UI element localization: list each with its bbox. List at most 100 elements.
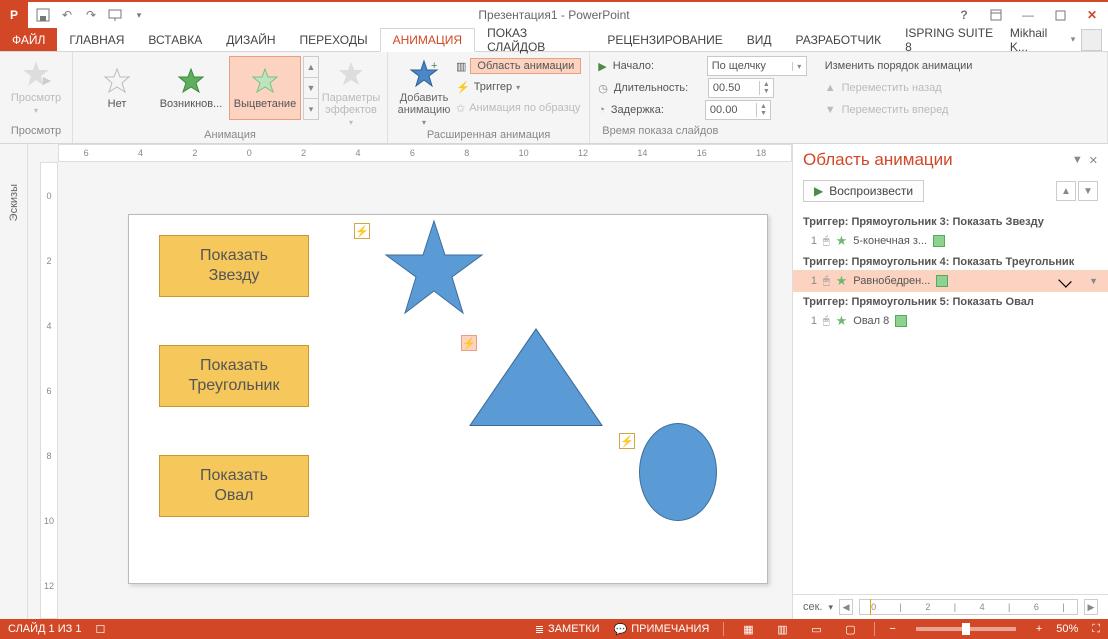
- shape-star[interactable]: [384, 218, 484, 318]
- avatar[interactable]: [1081, 29, 1102, 51]
- anim-none-label: Нет: [108, 98, 127, 110]
- zoom-value[interactable]: 50%: [1056, 623, 1078, 635]
- redo-icon[interactable]: ↷: [80, 4, 102, 26]
- maximize-icon[interactable]: [1044, 2, 1076, 28]
- pane-dropdown-icon[interactable]: ▼: [1072, 154, 1083, 167]
- anim-item-triangle[interactable]: 1 🖱 ★ Равнобедрен... ▼: [793, 270, 1108, 292]
- anim-none[interactable]: Нет: [81, 56, 153, 120]
- gallery-up-icon[interactable]: ▲: [304, 57, 318, 78]
- tab-slideshow[interactable]: ПОКАЗ СЛАЙДОВ: [475, 28, 595, 51]
- tab-insert[interactable]: ВСТАВКА: [136, 28, 214, 51]
- gallery-down-icon[interactable]: ▼: [304, 78, 318, 99]
- zoom-in-icon[interactable]: +: [1036, 623, 1042, 635]
- tab-file[interactable]: ФАЙЛ: [0, 28, 57, 51]
- shape-btn-triangle[interactable]: Показать Треугольник: [159, 345, 309, 407]
- timeline-left[interactable]: ◀: [839, 599, 853, 615]
- zoom-out-icon[interactable]: −: [889, 623, 895, 635]
- animation-tag-oval[interactable]: ⚡: [619, 433, 635, 449]
- duration-bar: [895, 315, 907, 327]
- anim-order: 1: [803, 315, 817, 327]
- close-icon[interactable]: ✕: [1076, 2, 1108, 28]
- trigger-button[interactable]: ⚡ Триггер ▾: [456, 77, 581, 97]
- notes-button[interactable]: ≣ЗАМЕТКИ: [535, 623, 600, 636]
- qat-more-icon[interactable]: ▾: [128, 4, 150, 26]
- undo-icon[interactable]: ↶: [56, 4, 78, 26]
- preview-button[interactable]: Просмотр ▾: [8, 56, 64, 117]
- anim-name: Равнобедрен...: [853, 275, 930, 287]
- spellcheck-icon[interactable]: ☐: [95, 623, 105, 636]
- anim-appear[interactable]: Возникнов...: [155, 56, 227, 120]
- fit-icon[interactable]: ⛶: [1092, 623, 1100, 636]
- add-animation-icon: +: [408, 58, 440, 90]
- animation-painter-label: Анимация по образцу: [469, 102, 580, 114]
- timing-values: ▶ Начало: По щелчку ▾ ◷ Длительность: 00…: [598, 56, 806, 120]
- start-combo[interactable]: По щелчку ▾: [707, 56, 807, 76]
- clock-icon: ◷: [598, 82, 608, 95]
- tab-transitions[interactable]: ПЕРЕХОДЫ: [288, 28, 380, 51]
- ribbon-display-icon[interactable]: [980, 2, 1012, 28]
- tab-ispring[interactable]: ISPRING SUITE 8: [893, 28, 1010, 51]
- view-normal-icon[interactable]: ▦: [738, 621, 758, 637]
- tab-design[interactable]: ДИЗАЙН: [214, 28, 287, 51]
- pane-close-icon[interactable]: ✕: [1089, 154, 1098, 167]
- dropdown-icon[interactable]: ▾: [829, 602, 834, 613]
- app-icon: P: [0, 2, 28, 28]
- timeline-right[interactable]: ▶: [1084, 599, 1098, 615]
- shape-btn-star[interactable]: Показать Звезду: [159, 235, 309, 297]
- view-reading-icon[interactable]: ▭: [806, 621, 826, 637]
- anim-item-star[interactable]: 1 🖱 ★ 5-конечная з...: [793, 230, 1108, 252]
- user-dropdown-icon[interactable]: ▾: [1071, 34, 1076, 45]
- item-dropdown-icon[interactable]: ▼: [1089, 276, 1098, 286]
- tab-home[interactable]: ГЛАВНАЯ: [57, 28, 136, 51]
- tab-review[interactable]: РЕЦЕНЗИРОВАНИЕ: [595, 28, 734, 51]
- zoom-slider[interactable]: [916, 627, 1016, 631]
- delay-value: 00.00: [706, 104, 756, 116]
- reorder-down-button[interactable]: ▼: [1078, 181, 1098, 201]
- start-show-icon[interactable]: [104, 4, 126, 26]
- group-timing: ▶ Начало: По щелчку ▾ ◷ Длительность: 00…: [590, 52, 1108, 143]
- gallery-expand-icon[interactable]: ▾: [304, 99, 318, 119]
- animation-painter-button: ✩ Анимация по образцу: [456, 98, 581, 118]
- comments-button[interactable]: 💬ПРИМЕЧАНИЯ: [614, 623, 710, 636]
- delay-input[interactable]: 00.00 ▲▼: [705, 100, 771, 120]
- dropdown-icon[interactable]: ▾: [792, 62, 806, 71]
- help-icon[interactable]: ?: [948, 2, 980, 28]
- start-label: Начало:: [613, 60, 701, 72]
- slide[interactable]: Показать Звезду Показать Треугольник Пок…: [128, 214, 768, 584]
- animation-list: Триггер: Прямоугольник 3: Показать Звезд…: [793, 206, 1108, 594]
- anim-item-oval[interactable]: 1 🖱 ★ Овал 8: [793, 310, 1108, 332]
- tab-developer[interactable]: РАЗРАБОТЧИК: [784, 28, 894, 51]
- play-icon: ▶: [814, 184, 823, 198]
- slide-counter: СЛАЙД 1 ИЗ 1: [8, 623, 81, 635]
- add-animation-button[interactable]: + Добавить анимацию ▾: [396, 56, 452, 129]
- thumbnail-strip[interactable]: Эскизы: [0, 144, 28, 619]
- shape-btn-oval[interactable]: Показать Овал: [159, 455, 309, 517]
- user-area[interactable]: Mikhail K... ▾: [1010, 28, 1108, 51]
- tab-view[interactable]: ВИД: [735, 28, 784, 51]
- reorder-col: Изменить порядок анимации ▲ Переместить …: [825, 56, 973, 120]
- down-arrow-icon: ▼: [825, 104, 836, 116]
- star-fade-icon: [251, 67, 279, 95]
- reorder-up-button[interactable]: ▲: [1056, 181, 1076, 201]
- zoom-thumb[interactable]: [962, 623, 970, 635]
- shape-triangle[interactable]: [471, 330, 601, 425]
- play-icon: ▶: [598, 60, 606, 73]
- start-value: По щелчку: [708, 60, 792, 72]
- play-button[interactable]: ▶ Воспроизвести: [803, 180, 924, 202]
- timeline-track[interactable]: 0| 2| 4| 6|: [859, 599, 1078, 615]
- anim-fade[interactable]: Выцветание: [229, 56, 301, 120]
- animation-gallery[interactable]: Нет Возникнов... Выцветание ▲ ▼ ▾: [81, 56, 319, 120]
- shape-oval[interactable]: [639, 423, 717, 521]
- save-icon[interactable]: [32, 4, 54, 26]
- trigger-heading: Триггер: Прямоугольник 5: Показать Овал: [793, 292, 1108, 310]
- gallery-more[interactable]: ▲ ▼ ▾: [303, 56, 319, 120]
- view-slideshow-icon[interactable]: ▢: [840, 621, 860, 637]
- view-sorter-icon[interactable]: ▥: [772, 621, 792, 637]
- animation-tag-star[interactable]: ⚡: [354, 223, 370, 239]
- duration-input[interactable]: 00.50 ▲▼: [708, 78, 774, 98]
- timeline-marker[interactable]: [870, 599, 871, 615]
- minimize-icon[interactable]: —: [1012, 2, 1044, 28]
- animation-pane-button[interactable]: ▥ Область анимации: [456, 56, 581, 76]
- tab-animation[interactable]: АНИМАЦИЯ: [380, 28, 475, 52]
- slide-editor[interactable]: 642024681012141618 024681012 Показать Зв…: [28, 144, 792, 619]
